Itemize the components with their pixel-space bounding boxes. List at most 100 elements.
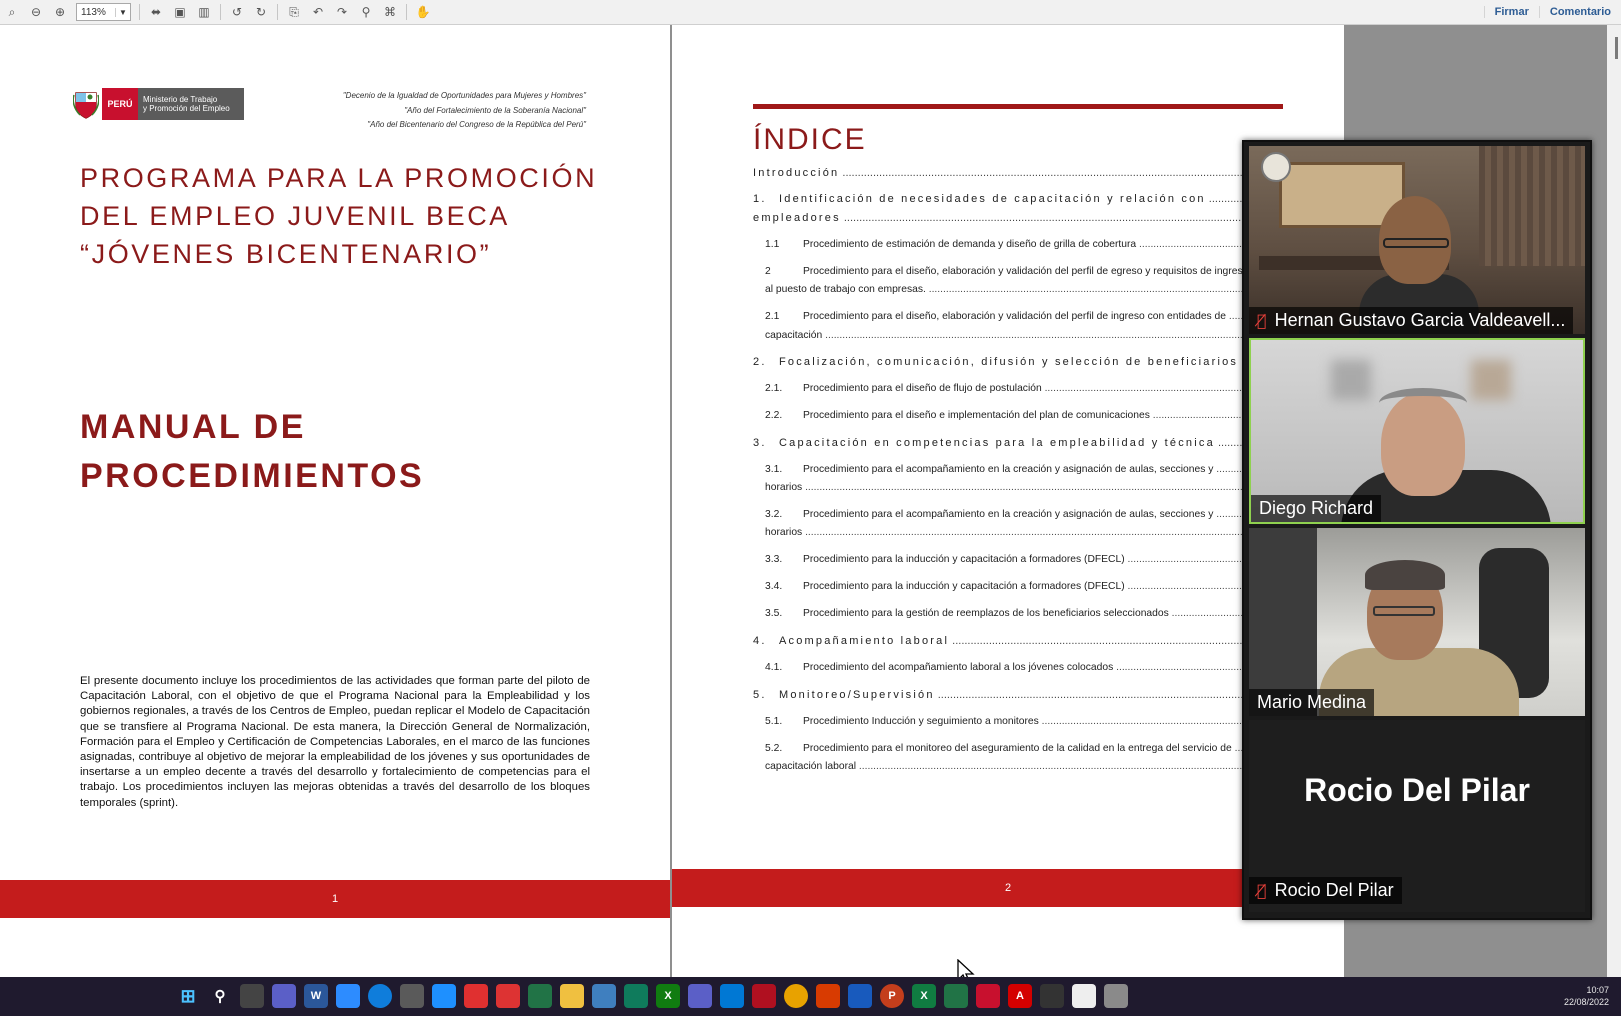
toc-entry[interactable]: 2.1. Procedimiento para el diseño de fluj… (765, 383, 1283, 394)
teams-icon[interactable] (688, 984, 712, 1008)
toc-entry[interactable]: 5.1. Procedimiento Inducción y seguimient… (765, 716, 1283, 727)
spreadsheet-icon[interactable] (944, 984, 968, 1008)
visio-icon[interactable] (848, 984, 872, 1008)
toc-entry[interactable]: horarios ...............................… (765, 482, 1283, 493)
zoom-meeting-icon[interactable] (432, 984, 456, 1008)
toc-entry[interactable]: 3.4. Procedimiento para la inducción y ca… (765, 581, 1283, 592)
toc-entry-text: Procedimiento para la inducción y capaci… (803, 554, 1125, 565)
select-zoom-icon[interactable]: ⌕ (4, 4, 20, 20)
store-icon[interactable] (592, 984, 616, 1008)
toc-entry-number: 2.1. (765, 383, 783, 394)
zoom-select[interactable]: 113% ▼ (76, 3, 131, 21)
toc-entry[interactable]: 3.3. Procedimiento para la inducción y ca… (765, 554, 1283, 565)
decree-line: "Año del Bicentenario del Congreso de la… (367, 120, 586, 129)
zoom-out-icon[interactable]: ⊖ (28, 4, 44, 20)
participant-tile[interactable]: Mario Medina (1249, 528, 1585, 716)
toc-entry[interactable]: 3. Capacitación en competencias para la e… (753, 437, 1283, 449)
toc-entry[interactable]: empleadores ............................… (753, 212, 1283, 224)
fit-page-icon[interactable]: ▣ (172, 4, 188, 20)
participant-name: Diego Richard (1259, 498, 1374, 518)
excel-icon[interactable]: X (912, 984, 936, 1008)
video-call-panel[interactable]: 🎙̸ Hernan Gustavo Garcia Valdeavell... D… (1242, 140, 1592, 920)
powerpoint-icon[interactable]: P (880, 984, 904, 1008)
participant-tile[interactable]: 🎙̸ Hernan Gustavo Garcia Valdeavell... (1249, 146, 1585, 334)
toc-entry[interactable]: 2.1 Procedimiento para el diseño, elabora… (765, 311, 1283, 322)
project-icon[interactable] (528, 984, 552, 1008)
file-explorer-icon[interactable] (560, 984, 584, 1008)
xbox-icon[interactable]: X (656, 984, 680, 1008)
ministry-line-2: y Promoción del Empleo (143, 104, 230, 113)
sign-button[interactable]: Firmar (1483, 6, 1539, 18)
participant-name: Hernan Gustavo Garcia Valdeavell... (1274, 310, 1566, 330)
app-icon[interactable] (1104, 984, 1128, 1008)
viewer-toolbar: ⌕ ⊖ ⊕ 113% ▼ ⬌ ▣ ▥ ↺ ↻ ⎘ ↶ ↷ ⚲ ⌘ ✋ Firma… (0, 0, 1621, 25)
hand-tool-icon[interactable]: ✋ (415, 4, 431, 20)
chat-icon[interactable] (272, 984, 296, 1008)
app-icon[interactable] (1040, 984, 1064, 1008)
rotate-right-icon[interactable]: ↻ (253, 4, 269, 20)
pdf-reader-icon[interactable] (464, 984, 488, 1008)
toc-entry-number: 3.4. (765, 581, 783, 592)
glasses-icon (1373, 606, 1435, 616)
acrobat-icon[interactable]: A (1008, 984, 1032, 1008)
toc-entry[interactable]: capacitación ...........................… (765, 330, 1283, 341)
word-icon[interactable]: W (304, 984, 328, 1008)
toc-entry[interactable]: 1.1 Procedimiento de estimación de demand… (765, 239, 1283, 250)
toc-entry-number: 3.1. (765, 464, 783, 475)
vertical-scrollbar[interactable] (1607, 25, 1621, 977)
toc-leader-dots: ........................................… (805, 527, 1283, 538)
participant-tile-active-speaker[interactable]: Diego Richard (1249, 338, 1585, 524)
toc-entry[interactable]: 4.1. Procedimiento del acompañamiento lab… (765, 662, 1283, 673)
edge-icon[interactable] (368, 984, 392, 1008)
task-view-icon[interactable] (240, 984, 264, 1008)
two-page-view-icon[interactable]: ▥ (196, 4, 212, 20)
toc-entry-number: 3.3. (765, 554, 783, 565)
toc-entry-number: 1. (753, 193, 767, 205)
zoom-app-icon[interactable] (336, 984, 360, 1008)
chevron-down-icon[interactable]: ▼ (115, 7, 130, 17)
toc-entry-number: 5. (753, 689, 767, 701)
chrome-icon[interactable] (784, 984, 808, 1008)
scrollbar-thumb[interactable] (1615, 37, 1618, 59)
zoom-in-icon[interactable]: ⊕ (52, 4, 68, 20)
toc-entry-number: 2.2. (765, 410, 783, 421)
toc-entry[interactable]: 3.2. Procedimiento para el acompañamiento… (765, 509, 1283, 520)
participant-tile[interactable]: Rocio Del Pilar 🎙̸ Rocio Del Pilar (1249, 720, 1585, 912)
document-icon[interactable] (1072, 984, 1096, 1008)
toc-entry[interactable]: capacitación laboral ...................… (765, 761, 1283, 772)
access-icon[interactable] (976, 984, 1000, 1008)
toc-entry[interactable]: 1. Identificación de necesidades de capac… (753, 193, 1283, 205)
fit-width-icon[interactable]: ⬌ (148, 4, 164, 20)
toc-entry[interactable]: 2. Focalización, comunicación, difusión y… (753, 356, 1283, 368)
toc-entry[interactable]: 5. Monitoreo/Supervisión ................… (753, 689, 1283, 701)
app-icon[interactable] (400, 984, 424, 1008)
redo-icon[interactable]: ↷ (334, 4, 350, 20)
comment-button[interactable]: Comentario (1538, 6, 1621, 18)
background-blur (1471, 360, 1511, 400)
toc-entry[interactable]: horarios ...............................… (765, 527, 1283, 538)
toc-entry[interactable]: 3.1. Procedimiento para el acompañamiento… (765, 464, 1283, 475)
search-icon[interactable]: ⚲ (358, 4, 374, 20)
toc-entry[interactable]: 4. Acompañamiento laboral ...............… (753, 635, 1283, 647)
start-icon[interactable]: ⊞ (176, 984, 200, 1008)
coat-of-arms-icon (73, 92, 99, 119)
toc-entry[interactable]: 2 Procedimiento para el diseño, elaboraci… (765, 266, 1283, 277)
mail-icon[interactable] (720, 984, 744, 1008)
toc-entry[interactable]: 3.5. Procedimiento para la gestión de ree… (765, 608, 1283, 619)
toc-entry[interactable]: al puesto de trabajo con empresas. .....… (765, 284, 1283, 295)
export-icon[interactable]: ⎘ (286, 4, 302, 20)
system-clock[interactable]: 10:07 22/08/2022 (1564, 984, 1609, 1008)
rotate-left-icon[interactable]: ↺ (229, 4, 245, 20)
app-icon[interactable] (752, 984, 776, 1008)
office-icon[interactable] (816, 984, 840, 1008)
find-binoculars-icon[interactable]: ⌘ (382, 4, 398, 20)
toc-entry[interactable]: 5.2. Procedimiento para el monitoreo del … (765, 743, 1283, 754)
toc-entry[interactable]: 2.2. Procedimiento para el diseño e imple… (765, 410, 1283, 421)
search-icon[interactable]: ⚲ (208, 984, 232, 1008)
anydesk-icon[interactable] (496, 984, 520, 1008)
background-cabinet (1249, 528, 1317, 716)
toc-entry-text: Procedimiento para el diseño e implement… (803, 410, 1150, 421)
toc-entry[interactable]: Introducción ...........................… (753, 167, 1283, 179)
publisher-icon[interactable] (624, 984, 648, 1008)
undo-icon[interactable]: ↶ (310, 4, 326, 20)
